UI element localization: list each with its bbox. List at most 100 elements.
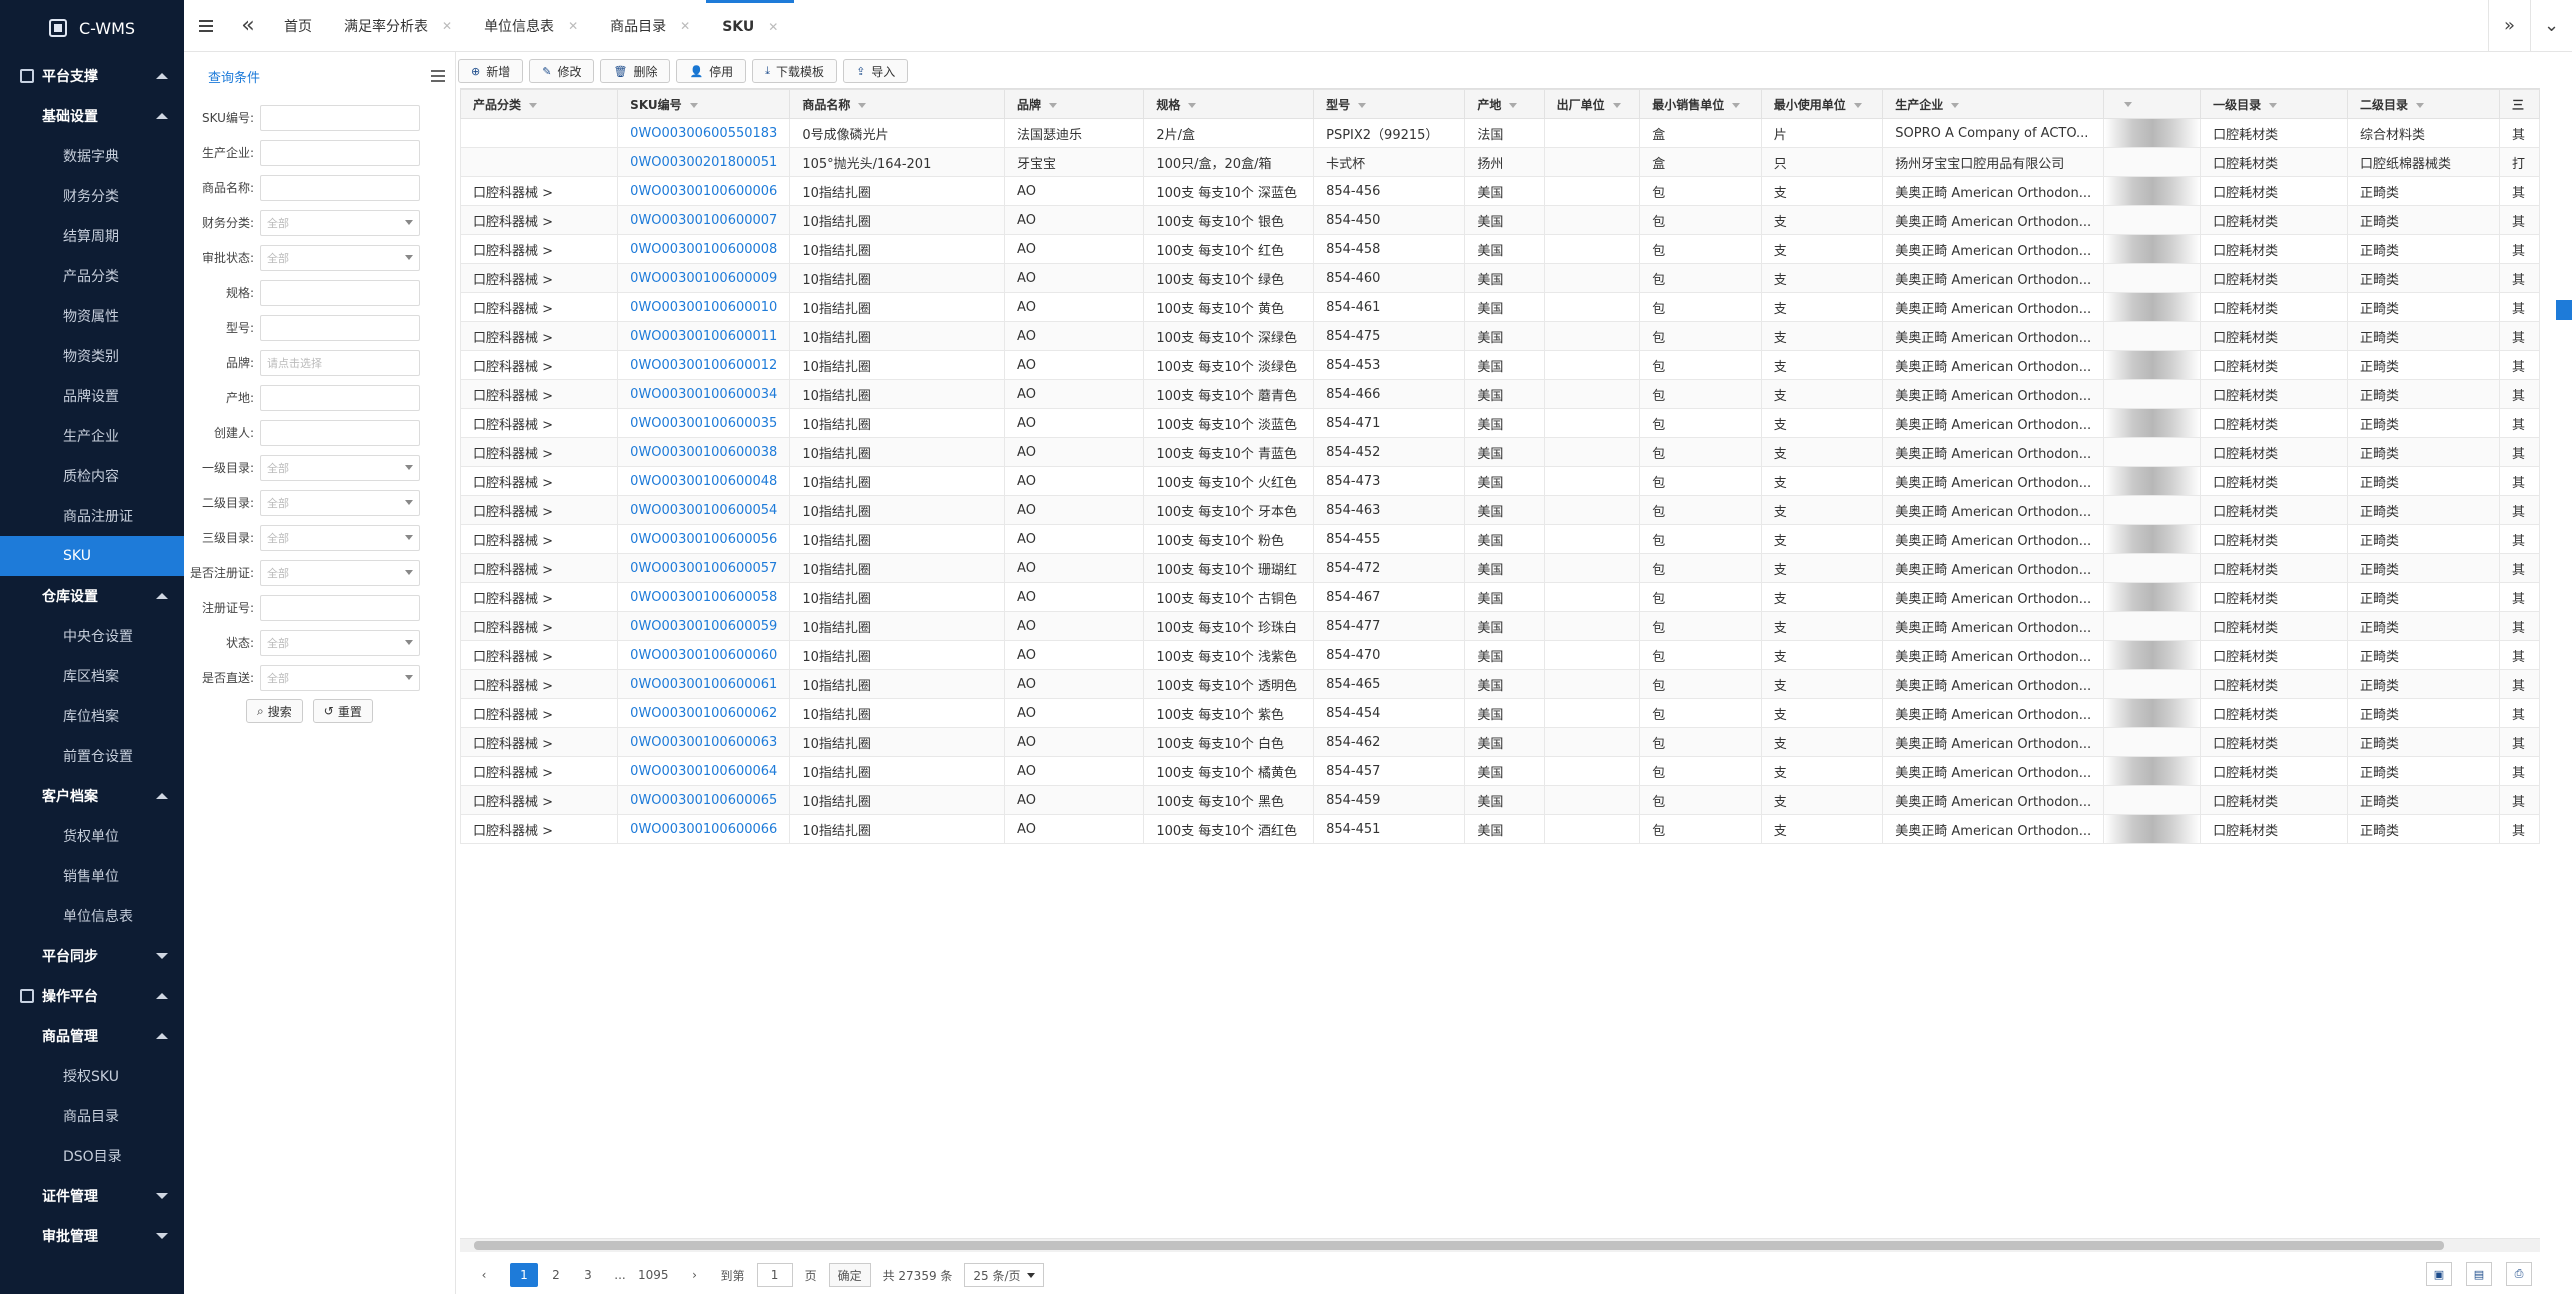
tab-4[interactable]: SKU ✕ [706, 0, 795, 52]
column-header[interactable]: 规格 [1143, 89, 1315, 119]
query-select[interactable]: 全部 [260, 664, 420, 691]
sku-link[interactable]: 0WO00300100600008 [617, 234, 791, 264]
sku-link[interactable]: 0WO00300100600009 [617, 263, 791, 293]
table-row[interactable]: 口腔科器械 >0WO00300100600056 10指结扎圈 AO 100支 每支1… [460, 524, 2540, 554]
sidebar-section-1[interactable]: 仓库设置 [0, 576, 184, 616]
sku-link[interactable]: 0WO00300100600010 [617, 292, 791, 322]
horizontal-scrollbar[interactable] [460, 1238, 2540, 1252]
collapse-panel-icon[interactable] [431, 70, 445, 82]
sidebar-item[interactable]: 物资类别 [0, 336, 184, 376]
sku-link[interactable]: 0WO00300100600066 [617, 814, 791, 844]
table-row[interactable]: 口腔科器械 >0WO00300100600008 10指结扎圈 AO 100支 每支1… [460, 234, 2540, 264]
query-input[interactable] [260, 384, 420, 411]
table-row[interactable]: 口腔科器械 >0WO00300100600062 10指结扎圈 AO 100支 每支1… [460, 698, 2540, 728]
sidebar-item[interactable]: 销售单位 [0, 856, 184, 896]
column-header[interactable] [2103, 89, 2202, 119]
sidebar-item[interactable]: 产品分类 [0, 256, 184, 296]
query-select[interactable]: 全部 [260, 489, 420, 516]
tabs-dropdown-icon[interactable]: ⌄ [2530, 0, 2572, 52]
table-row[interactable]: 口腔科器械 >0WO00300100600010 10指结扎圈 AO 100支 每支1… [460, 292, 2540, 322]
sort-icon[interactable] [2124, 102, 2133, 107]
sku-link[interactable]: 0WO00300100600065 [617, 785, 791, 815]
tab-0[interactable]: 首页 [268, 0, 328, 52]
query-select[interactable]: 全部 [260, 454, 420, 481]
table-row[interactable]: 口腔科器械 >0WO00300100600057 10指结扎圈 AO 100支 每支1… [460, 553, 2540, 583]
sidebar-section-4[interactable]: 商品管理 [0, 1016, 184, 1056]
query-input[interactable] [260, 419, 420, 446]
goto-page-input[interactable]: 1 [756, 1263, 793, 1287]
sidebar-item[interactable]: 品牌设置 [0, 376, 184, 416]
tab-1[interactable]: 满足率分析表 ✕ [328, 0, 468, 52]
edit-button[interactable]: ✎ 修改 [529, 59, 595, 83]
download-template-button[interactable]: ⤓ 下载模板 [752, 59, 838, 83]
table-row[interactable]: 口腔科器械 >0WO00300100600060 10指结扎圈 AO 100支 每支1… [460, 640, 2540, 670]
table-row[interactable]: 口腔科器械 >0WO00300100600061 10指结扎圈 AO 100支 每支1… [460, 669, 2540, 699]
sort-icon[interactable] [1188, 102, 1197, 108]
table-row[interactable]: 口腔科器械 >0WO00300100600009 10指结扎圈 AO 100支 每支1… [460, 263, 2540, 293]
sort-icon[interactable] [1732, 102, 1741, 108]
query-input[interactable] [260, 279, 420, 306]
column-header[interactable]: 产品分类 [460, 89, 619, 119]
sidebar-section-6[interactable]: 审批管理 [0, 1216, 184, 1256]
column-header[interactable]: 最小使用单位 [1760, 89, 1884, 119]
column-header[interactable]: 生产企业 [1882, 89, 2105, 119]
sort-icon[interactable] [529, 102, 538, 108]
column-header[interactable]: 二级目录 [2346, 89, 2501, 119]
reset-button[interactable]: ↺ 重置 [312, 699, 373, 723]
sku-link[interactable]: 0WO00300100600038 [617, 437, 791, 467]
table-row[interactable]: 口腔科器械 >0WO00300100600063 10指结扎圈 AO 100支 每支1… [460, 727, 2540, 757]
sidebar-item[interactable]: 库位档案 [0, 696, 184, 736]
sidebar-item[interactable]: 库区档案 [0, 656, 184, 696]
table-row[interactable]: 口腔科器械 >0WO00300100600006 10指结扎圈 AO 100支 每支1… [460, 176, 2540, 206]
sku-link[interactable]: 0WO00300100600011 [617, 321, 791, 351]
close-icon[interactable]: ✕ [442, 19, 452, 33]
query-select[interactable]: 全部 [260, 559, 420, 586]
sku-link[interactable]: 0WO00300100600064 [617, 756, 791, 786]
query-input[interactable] [260, 174, 420, 201]
page-number[interactable]: 1 [510, 1263, 538, 1287]
table-row[interactable]: 0WO00300201800051 105°抛光头/164-201 牙宝宝 100只/… [460, 147, 2540, 177]
column-header[interactable]: 产地 [1464, 89, 1545, 119]
add-button[interactable]: ⊕ 新增 [458, 59, 524, 83]
sku-link[interactable]: 0WO00300100600061 [617, 669, 791, 699]
page-size-select[interactable]: 25 条/页 [964, 1263, 1044, 1287]
query-title[interactable]: 查询条件 [208, 67, 260, 86]
save-icon[interactable]: ▣ [2426, 1262, 2452, 1286]
columns-icon[interactable]: ▤ [2466, 1262, 2492, 1286]
query-select[interactable]: 全部 [260, 524, 420, 551]
sku-link[interactable]: 0WO00300100600034 [617, 379, 791, 409]
sort-icon[interactable] [858, 102, 867, 108]
sku-link[interactable]: 0WO00300201800051 [617, 147, 791, 177]
sidebar-section-0[interactable]: 基础设置 [0, 96, 184, 136]
print-icon[interactable]: ⎙ [2506, 1262, 2532, 1286]
tabs-scroll-right-icon[interactable]: » [2488, 0, 2530, 52]
table-row[interactable]: 口腔科器械 >0WO00300100600066 10指结扎圈 AO 100支 每支1… [460, 814, 2540, 844]
page-number[interactable]: 3 [574, 1263, 602, 1287]
table-row[interactable]: 口腔科器械 >0WO00300100600054 10指结扎圈 AO 100支 每支1… [460, 495, 2540, 525]
sidebar-section-5[interactable]: 证件管理 [0, 1176, 184, 1216]
sort-icon[interactable] [2415, 102, 2424, 108]
column-header[interactable]: 一级目录 [2200, 89, 2348, 119]
sku-link[interactable]: 0WO00300100600062 [617, 698, 791, 728]
tab-3[interactable]: 商品目录 ✕ [594, 0, 706, 52]
table-row[interactable]: 口腔科器械 >0WO00300100600059 10指结扎圈 AO 100支 每支1… [460, 611, 2540, 641]
sidebar-section-3[interactable]: 平台同步 [0, 936, 184, 976]
sidebar-item[interactable]: 生产企业 [0, 416, 184, 456]
sku-link[interactable]: 0WO00300100600054 [617, 495, 791, 525]
column-header[interactable]: 商品名称 [789, 89, 1006, 119]
query-select[interactable]: 全部 [260, 244, 420, 271]
column-header[interactable]: SKU编号 [617, 89, 791, 119]
sku-link[interactable]: 0WO00300100600007 [617, 205, 791, 235]
sidebar-item[interactable]: 中央仓设置 [0, 616, 184, 656]
sidebar-item[interactable]: DSO目录 [0, 1136, 184, 1176]
delete-button[interactable]: 🗑 删除 [600, 59, 671, 83]
sku-link[interactable]: 0WO00300100600058 [617, 582, 791, 612]
sort-icon[interactable] [1358, 102, 1367, 108]
sidebar-item[interactable]: 授权SKU [0, 1056, 184, 1096]
next-page-icon[interactable]: › [681, 1263, 709, 1287]
page-number[interactable]: 1095 [638, 1263, 669, 1287]
column-header[interactable]: 最小销售单位 [1639, 89, 1762, 119]
query-input[interactable] [260, 139, 420, 166]
sidebar-item[interactable]: 物资属性 [0, 296, 184, 336]
sort-icon[interactable] [1509, 102, 1518, 108]
